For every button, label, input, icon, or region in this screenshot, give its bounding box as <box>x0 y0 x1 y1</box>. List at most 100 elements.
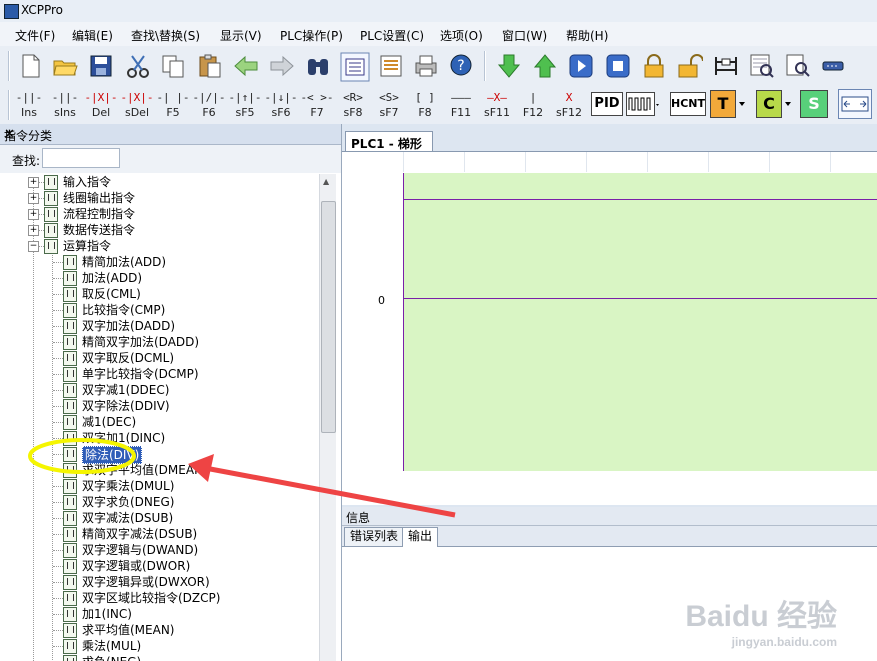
scroll-thumb[interactable] <box>321 201 336 433</box>
ladder-editor[interactable]: 0 <box>342 151 877 505</box>
tab-error-list[interactable]: 错误列表 <box>344 527 405 546</box>
undo-arrow-icon[interactable] <box>233 53 259 79</box>
menu-plc-settings[interactable]: PLC设置(C) <box>360 27 424 44</box>
row-number: 0 <box>378 294 385 307</box>
step-button[interactable]: S <box>800 90 828 118</box>
rung-line <box>403 199 877 200</box>
delete-button[interactable]: -|X|- Del <box>84 88 118 122</box>
instruction-list-icon[interactable] <box>378 53 404 79</box>
vertical-line-button[interactable]: | F12 <box>516 88 550 122</box>
grid-column-line <box>403 152 404 172</box>
new-file-icon[interactable] <box>18 53 44 79</box>
menu-plc-operation[interactable]: PLC操作(P) <box>280 27 343 44</box>
tree-guide-line <box>53 390 63 391</box>
normally-closed-contact-button[interactable]: -|/|- F6 <box>192 88 226 122</box>
instruction-icon <box>63 463 77 478</box>
tree-scrollbar[interactable]: ▲ <box>319 174 336 661</box>
menu-options[interactable]: 选项(O) <box>440 27 483 44</box>
pulse-output-icon[interactable] <box>626 92 660 116</box>
menu-window[interactable]: 窗口(W) <box>502 27 547 44</box>
pid-button[interactable]: PID <box>591 92 623 116</box>
expand-toggle-icon[interactable]: + <box>28 193 39 204</box>
chevron-down-icon[interactable] <box>784 100 792 108</box>
reset-coil-button[interactable]: <R> sF8 <box>336 88 370 122</box>
cut-icon[interactable] <box>125 53 151 79</box>
instruction-label: 双字加法(DADD) <box>82 319 176 333</box>
close-icon[interactable]: ✕ <box>4 127 15 142</box>
tab-plc1-ladder[interactable]: PLC1 - 梯形图 <box>345 131 433 168</box>
instruction-label: 求双字平均值(DMEAN) <box>82 463 208 477</box>
redo-arrow-icon[interactable] <box>269 53 295 79</box>
normally-open-contact-button[interactable]: -| |- F5 <box>156 88 190 122</box>
download-arrow-icon[interactable] <box>496 53 522 79</box>
serial-port-icon[interactable] <box>820 53 846 79</box>
main-toolbar: ? <box>0 46 877 87</box>
binoculars-icon[interactable] <box>305 53 331 79</box>
delete-horizontal-line-button[interactable]: —X— sF11 <box>480 88 514 122</box>
instruction-icon <box>63 511 77 526</box>
ladder-canvas[interactable] <box>403 173 877 471</box>
expand-toggle-icon[interactable]: + <box>28 225 39 236</box>
ladder-view-icon[interactable] <box>340 52 370 82</box>
lock-icon[interactable] <box>641 53 667 79</box>
instruction-icon <box>63 479 77 494</box>
instruction-tree: + 输入指令 + 线圈输出指令 + 流程控制指令 + 数据传送指令 − 运算指令 精简加法(ADD)… <box>0 174 320 661</box>
rising-edge-contact-button[interactable]: -|↑|- sF5 <box>228 88 262 122</box>
category-book-icon <box>44 191 58 206</box>
tree-guide-line <box>53 598 63 599</box>
open-folder-icon[interactable] <box>52 53 78 79</box>
counter-button[interactable]: C <box>756 90 782 118</box>
tree-guide-line <box>53 646 63 647</box>
unlock-icon[interactable] <box>677 53 703 79</box>
instruction-label: 单字比较指令(DCMP) <box>82 367 199 381</box>
menu-bar: 文件(F) 编辑(E) 查找\替换(S) 显示(V) PLC操作(P) PLC设… <box>0 22 877 47</box>
ladder-monitor-icon[interactable] <box>713 53 739 79</box>
menu-edit[interactable]: 编辑(E) <box>72 27 113 44</box>
menu-find-replace[interactable]: 查找\替换(S) <box>131 27 200 44</box>
shift-delete-button[interactable]: -|X|- sDel <box>120 88 154 122</box>
toolbar-separator <box>8 51 10 81</box>
expand-toggle-icon[interactable]: − <box>28 241 39 252</box>
chevron-down-icon[interactable] <box>738 100 746 108</box>
tab-output[interactable]: 输出 <box>402 527 439 547</box>
grid-column-line <box>525 152 526 172</box>
horizontal-line-button[interactable]: ——— F11 <box>444 88 478 122</box>
tree-guide-line <box>53 294 63 295</box>
falling-edge-contact-button[interactable]: -|↓|- sF6 <box>264 88 298 122</box>
delete-vertical-line-button[interactable]: XsF12 <box>552 88 586 122</box>
monitor-zoom-icon[interactable] <box>749 53 775 79</box>
upload-arrow-icon[interactable] <box>532 53 558 79</box>
baidu-watermark: Baidu 经验 jingyan.baidu.com <box>685 600 837 649</box>
scroll-up-icon[interactable]: ▲ <box>323 177 329 186</box>
grid-column-line <box>830 152 831 172</box>
instruction-label: 精简加法(ADD) <box>82 255 167 269</box>
menu-file[interactable]: 文件(F) <box>15 27 55 44</box>
grid-column-line <box>586 152 587 172</box>
expand-width-icon[interactable] <box>838 89 872 119</box>
grid-column-line <box>769 152 770 172</box>
set-coil-button[interactable]: <S> sF7 <box>372 88 406 122</box>
paste-icon[interactable] <box>197 53 223 79</box>
output-coil-button[interactable]: -< >- F7 <box>300 88 334 122</box>
expand-toggle-icon[interactable]: + <box>28 177 39 188</box>
timer-button[interactable]: T <box>710 90 736 118</box>
save-icon[interactable] <box>88 53 114 79</box>
high-speed-counter-button[interactable]: HCNT <box>670 92 706 116</box>
instruction-box-button[interactable]: [ ] F8 <box>408 88 442 122</box>
search-input[interactable] <box>42 148 120 168</box>
run-icon[interactable] <box>568 53 594 79</box>
help-icon[interactable]: ? <box>449 53 475 79</box>
copy-icon[interactable] <box>160 53 186 79</box>
document-search-icon[interactable] <box>785 53 811 79</box>
instruction-label: 双字区域比较指令(DZCP) <box>82 591 221 605</box>
menu-view[interactable]: 显示(V) <box>220 27 262 44</box>
instruction-label: 比较指令(CMP) <box>82 303 166 317</box>
menu-help[interactable]: 帮助(H) <box>566 27 608 44</box>
expand-toggle-icon[interactable]: + <box>28 209 39 220</box>
stop-icon[interactable] <box>605 53 631 79</box>
print-icon[interactable] <box>413 53 439 79</box>
instruction-icon <box>63 543 77 558</box>
toolbar-separator <box>484 51 486 81</box>
shift-insert-button[interactable]: -||- sIns <box>48 88 82 122</box>
insert-button[interactable]: -||- Ins <box>12 88 46 122</box>
